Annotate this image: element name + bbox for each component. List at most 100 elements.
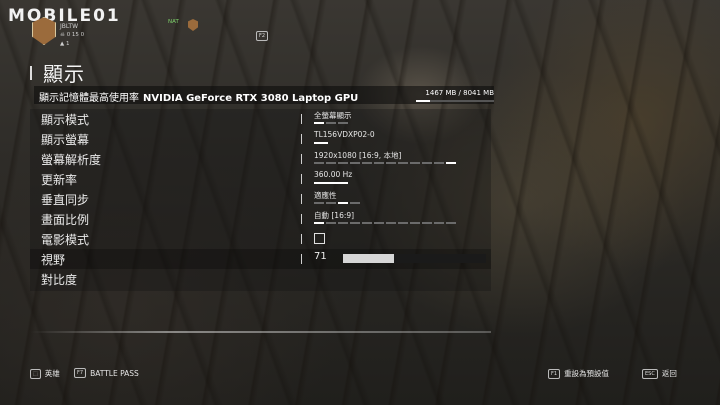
fov-value: 71 xyxy=(314,251,327,262)
option-segment xyxy=(338,222,348,224)
setting-value: 1920x1080 [16:9, 本地] xyxy=(314,151,402,160)
option-segments xyxy=(314,122,348,124)
option-segment xyxy=(374,162,384,164)
cinematic-mode-checkbox[interactable] xyxy=(314,233,325,244)
vram-usage-bar xyxy=(416,100,494,102)
row-separator xyxy=(301,254,302,264)
option-segments xyxy=(314,222,456,224)
vram-header-text: 顯示記憶體最高使用率 NVIDIA GeForce RTX 3080 Laptop… xyxy=(39,89,358,104)
setting-row-cinematic-mode[interactable]: 電影模式 xyxy=(30,229,491,249)
option-segment xyxy=(350,222,360,224)
vram-usage-fill xyxy=(416,100,431,102)
row-separator xyxy=(301,134,302,144)
option-segment xyxy=(314,122,324,124)
row-separator xyxy=(301,214,302,224)
option-segment xyxy=(314,222,324,224)
option-segment xyxy=(362,222,372,224)
player-level-value: 1 xyxy=(65,41,70,47)
option-segment xyxy=(326,222,336,224)
vram-usage: 1467 MB / 8041 MB xyxy=(425,89,494,97)
reset-label: 重設為預設值 xyxy=(564,369,610,378)
panel-bottom-divider xyxy=(30,331,491,333)
option-segment xyxy=(386,162,396,164)
option-segment xyxy=(338,162,348,164)
skull-icon: ☠ xyxy=(60,32,65,38)
setting-row-display-monitor[interactable]: 顯示螢幕 TL156VDXP02-0 xyxy=(30,129,491,149)
setting-value: 全螢幕顯示 xyxy=(314,111,352,120)
option-segment xyxy=(410,162,420,164)
row-separator xyxy=(301,234,302,244)
option-underline xyxy=(314,142,328,144)
setting-label: 更新率 xyxy=(41,173,78,187)
option-segment xyxy=(338,202,348,204)
row-separator xyxy=(301,174,302,184)
setting-row-contrast[interactable]: 對比度 xyxy=(30,269,491,289)
option-segment xyxy=(446,222,456,224)
option-underline xyxy=(314,182,348,184)
option-segment xyxy=(434,162,444,164)
setting-label: 電影模式 xyxy=(41,233,90,247)
vram-label: 顯示記憶體最高使用率 xyxy=(39,93,139,104)
setting-label: 顯示螢幕 xyxy=(41,133,90,147)
setting-value: 適應性 xyxy=(314,191,337,200)
setting-label: 視野 xyxy=(41,253,66,267)
option-segment xyxy=(446,162,456,164)
option-segment xyxy=(362,162,372,164)
page-title: 顯示 xyxy=(43,62,85,86)
option-segment xyxy=(374,222,384,224)
option-segment xyxy=(422,162,432,164)
setting-label: 畫面比例 xyxy=(41,213,90,227)
setting-label: 螢幕解析度 xyxy=(41,153,102,167)
option-segments xyxy=(314,202,360,204)
setting-row-fov[interactable]: 視野 71 xyxy=(30,249,491,269)
player-stats: ☠ 0 15 0 xyxy=(60,32,84,38)
battle-pass-button[interactable]: F7 BATTLE PASS xyxy=(74,368,139,378)
back-button[interactable]: ESC 返回 xyxy=(642,368,677,379)
reset-keycap: F1 xyxy=(548,368,561,379)
player-name: JBLTW xyxy=(60,23,78,30)
setting-value: 自動 [16:9] xyxy=(314,211,355,220)
vram-header: 顯示記憶體最高使用率 NVIDIA GeForce RTX 3080 Laptop… xyxy=(34,86,494,104)
option-segment xyxy=(314,202,324,204)
option-segment xyxy=(386,222,396,224)
player-stats-value: 0 15 0 xyxy=(66,32,85,38)
nat-label: NAT xyxy=(168,19,179,25)
hero-keycap: ⬚ xyxy=(30,368,41,379)
option-segment xyxy=(326,162,336,164)
option-segment xyxy=(410,222,420,224)
setting-row-resolution[interactable]: 螢幕解析度 1920x1080 [16:9, 本地] xyxy=(30,149,491,169)
row-separator xyxy=(301,194,302,204)
setting-row-display-mode[interactable]: 顯示模式 全螢幕顯示 xyxy=(30,109,491,129)
row-separator xyxy=(301,114,302,124)
hero-label: 英雄 xyxy=(44,369,60,378)
social-key-hint[interactable]: F2 xyxy=(256,22,269,41)
option-segment xyxy=(422,222,432,224)
option-segments xyxy=(314,162,456,164)
hero-button[interactable]: ⬚ 英雄 xyxy=(30,368,60,379)
fov-slider[interactable] xyxy=(343,254,486,263)
f2-keycap: F2 xyxy=(256,31,269,41)
setting-label: 顯示模式 xyxy=(41,113,90,127)
setting-row-aspect-ratio[interactable]: 畫面比例 自動 [16:9] xyxy=(30,209,491,229)
back-keycap: ESC xyxy=(642,368,658,379)
setting-label: 對比度 xyxy=(41,273,78,287)
option-segment xyxy=(350,202,360,204)
level-icon: ▲ xyxy=(60,41,65,47)
battle-pass-keycap: F7 xyxy=(74,368,87,378)
setting-row-vsync[interactable]: 垂直同步 適應性 xyxy=(30,189,491,209)
row-separator xyxy=(301,154,302,164)
setting-value: 360.00 Hz xyxy=(314,170,353,179)
setting-row-refresh-rate[interactable]: 更新率 360.00 Hz xyxy=(30,169,491,189)
gpu-name: NVIDIA GeForce RTX 3080 Laptop GPU xyxy=(143,93,359,104)
option-segment xyxy=(434,222,444,224)
settings-panel: 顯示模式 全螢幕顯示 顯示螢幕 TL156VDXP02-0 螢幕解析度 1920… xyxy=(30,109,491,291)
fov-slider-fill xyxy=(343,254,395,263)
title-marker xyxy=(30,65,32,80)
option-segment xyxy=(326,122,336,124)
setting-value: TL156VDXP02-0 xyxy=(314,130,375,139)
footer-bar: ⬚ 英雄 F7 BATTLE PASS F1 重設為預設值 ESC 返回 xyxy=(0,366,720,384)
reset-defaults-button[interactable]: F1 重設為預設值 xyxy=(548,368,609,379)
setting-label: 垂直同步 xyxy=(41,193,90,207)
option-segment xyxy=(314,162,324,164)
option-segment xyxy=(338,122,348,124)
